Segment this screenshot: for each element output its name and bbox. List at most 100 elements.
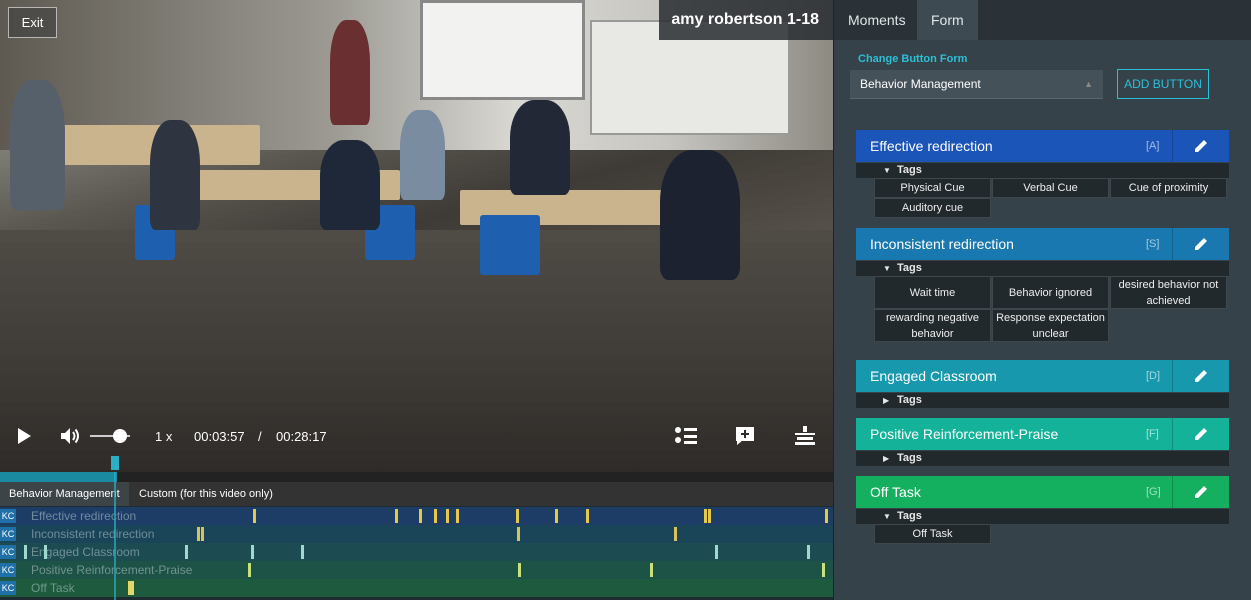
tags-label: Tags — [897, 164, 922, 176]
tab-form[interactable]: Form — [917, 0, 978, 40]
timeline-marker[interactable] — [251, 545, 254, 559]
track-kc-badge: KC — [0, 581, 16, 595]
edit-behavior-button[interactable] — [1172, 476, 1229, 508]
timeline-marker[interactable] — [715, 545, 718, 559]
timeline-marker[interactable] — [131, 581, 134, 595]
timeline-track[interactable]: KC Inconsistent redirection — [0, 525, 833, 543]
volume-button[interactable] — [60, 418, 82, 454]
tag-button[interactable]: Off Task — [874, 524, 991, 544]
track-kc-badge: KC — [0, 545, 16, 559]
volume-icon — [61, 428, 79, 444]
moments-list-button[interactable] — [674, 418, 698, 454]
video-title: amy robertson 1-18 — [659, 0, 833, 40]
sidebar: Moments Form Change Button Form Behavior… — [833, 0, 1251, 600]
tags-toggle[interactable]: ▼ Tags — [856, 509, 1229, 524]
behavior-shortcut: [D] — [1146, 370, 1161, 382]
video-player[interactable]: Exit amy robertson 1-18 1 x 00:03:57 / 0… — [0, 0, 833, 472]
volume-slider-handle[interactable] — [113, 429, 127, 443]
tag-button[interactable]: Response expectation unclear — [992, 309, 1109, 342]
timeline-track[interactable]: KC Off Task — [0, 579, 833, 597]
edit-behavior-button[interactable] — [1172, 130, 1229, 162]
timeline-marker[interactable] — [825, 509, 828, 523]
form-select[interactable]: Behavior Management ▲ — [850, 70, 1103, 99]
behavior-button[interactable]: Inconsistent redirection [S] — [856, 228, 1229, 260]
timeline-marker[interactable] — [395, 509, 398, 523]
play-button[interactable] — [16, 418, 32, 454]
tag-button[interactable]: Physical Cue — [874, 178, 991, 198]
tag-button[interactable]: rewarding negative behavior — [874, 309, 991, 342]
track-label: Engaged Classroom — [31, 545, 140, 559]
timeline-track[interactable]: KC Effective redirection — [0, 507, 833, 525]
tags-toggle[interactable]: ▼ Tags — [856, 163, 1229, 178]
timeline-marker[interactable] — [807, 545, 810, 559]
timeline-marker[interactable] — [586, 509, 589, 523]
tags-label: Tags — [897, 452, 922, 464]
add-comment-button[interactable] — [734, 418, 756, 454]
edit-behavior-button[interactable] — [1172, 228, 1229, 260]
timeline-tab-behavior-management[interactable]: Behavior Management — [0, 482, 129, 506]
time-current: 00:03:57 — [194, 428, 245, 444]
timeline-marker[interactable] — [24, 545, 27, 559]
tab-moments[interactable]: Moments — [834, 0, 920, 40]
timeline-marker[interactable] — [185, 545, 188, 559]
video-frame-student — [10, 80, 65, 210]
triangle-down-icon: ▼ — [883, 512, 891, 521]
timeline-marker[interactable] — [674, 527, 677, 541]
track-label: Off Task — [31, 581, 75, 595]
tag-button[interactable]: desired behavior not achieved — [1110, 276, 1227, 309]
triangle-down-icon: ▼ — [883, 166, 891, 175]
add-button[interactable]: ADD BUTTON — [1117, 69, 1209, 99]
scrub-progress — [0, 472, 117, 482]
timeline-marker[interactable] — [708, 509, 711, 523]
tag-button[interactable]: Wait time — [874, 276, 991, 309]
tags-toggle[interactable]: ▼ Tags — [856, 261, 1229, 276]
tags-toggle[interactable]: ▶ Tags — [856, 451, 1229, 466]
layout-toggle-button[interactable] — [794, 418, 816, 454]
tag-button[interactable]: Behavior ignored — [992, 276, 1109, 309]
timeline-marker[interactable] — [516, 509, 519, 523]
timeline-marker[interactable] — [518, 563, 521, 577]
edit-behavior-button[interactable] — [1172, 360, 1229, 392]
tags-toggle[interactable]: ▶ Tags — [856, 393, 1229, 408]
timeline-marker[interactable] — [822, 563, 825, 577]
timeline-track[interactable]: KC Positive Reinforcement-Praise — [0, 561, 833, 579]
playhead-line — [114, 472, 116, 600]
exit-button[interactable]: Exit — [8, 7, 57, 38]
video-frame-student — [320, 140, 380, 230]
timeline-marker[interactable] — [201, 527, 204, 541]
video-frame-teacher — [330, 20, 370, 125]
behavior-item: Positive Reinforcement-Praise [F] ▶ Tags — [856, 418, 1229, 466]
behavior-button[interactable]: Engaged Classroom [D] — [856, 360, 1229, 392]
timeline-marker[interactable] — [555, 509, 558, 523]
timeline-marker[interactable] — [419, 509, 422, 523]
timeline-marker[interactable] — [301, 545, 304, 559]
time-separator: / — [258, 428, 262, 444]
timeline-marker[interactable] — [446, 509, 449, 523]
timeline-marker[interactable] — [456, 509, 459, 523]
select-caret-icon: ▲ — [1084, 79, 1093, 89]
timeline-tab-custom[interactable]: Custom (for this video only) — [130, 482, 282, 506]
playback-speed[interactable]: 1 x — [155, 418, 172, 454]
timeline-tabs: Behavior Management Custom (for this vid… — [0, 482, 833, 506]
timeline-marker[interactable] — [44, 545, 47, 559]
behavior-button[interactable]: Off Task [G] — [856, 476, 1229, 508]
playhead-handle[interactable] — [111, 456, 119, 470]
timeline-marker[interactable] — [704, 509, 707, 523]
coding-timeline[interactable]: Behavior Management Custom (for this vid… — [0, 456, 833, 600]
edit-behavior-button[interactable] — [1172, 418, 1229, 450]
tag-button[interactable]: Auditory cue — [874, 198, 991, 218]
tag-button[interactable]: Cue of proximity — [1110, 178, 1227, 198]
timeline-marker[interactable] — [197, 527, 200, 541]
behavior-button[interactable]: Effective redirection [A] — [856, 130, 1229, 162]
scrub-bar[interactable] — [0, 472, 833, 482]
timeline-marker[interactable] — [650, 563, 653, 577]
timeline-track[interactable]: KC Engaged Classroom — [0, 543, 833, 561]
sidebar-tabs: Moments Form — [834, 0, 1251, 40]
timeline-marker[interactable] — [253, 509, 256, 523]
behavior-button[interactable]: Positive Reinforcement-Praise [F] — [856, 418, 1229, 450]
behavior-shortcut: [G] — [1146, 486, 1161, 498]
timeline-marker[interactable] — [517, 527, 520, 541]
timeline-marker[interactable] — [434, 509, 437, 523]
tag-button[interactable]: Verbal Cue — [992, 178, 1109, 198]
timeline-marker[interactable] — [248, 563, 251, 577]
